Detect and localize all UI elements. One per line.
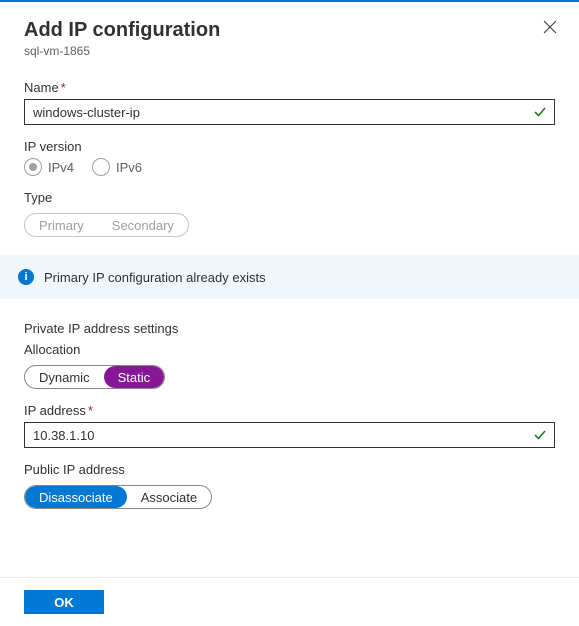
valid-check-icon xyxy=(533,105,547,119)
publicip-associate[interactable]: Associate xyxy=(127,486,211,508)
type-toggle: Primary Secondary xyxy=(24,213,189,237)
ipv4-radio: IPv4 xyxy=(24,158,74,176)
publicip-disassociate[interactable]: Disassociate xyxy=(25,486,127,508)
ipaddress-input[interactable] xyxy=(24,422,555,448)
private-ip-section: Private IP address settings xyxy=(24,321,555,336)
publicip-toggle[interactable]: Disassociate Associate xyxy=(24,485,212,509)
valid-check-icon xyxy=(533,428,547,442)
publicip-label: Public IP address xyxy=(24,462,555,477)
info-text: Primary IP configuration already exists xyxy=(44,270,266,285)
name-input[interactable] xyxy=(24,99,555,125)
panel-title: Add IP configuration xyxy=(24,16,555,44)
ipv4-radio-label: IPv4 xyxy=(48,160,74,175)
allocation-toggle[interactable]: Dynamic Static xyxy=(24,365,165,389)
type-label: Type xyxy=(24,190,555,205)
ok-button[interactable]: OK xyxy=(24,590,104,614)
type-primary: Primary xyxy=(25,214,98,236)
ipaddress-label: IP address* xyxy=(24,403,555,418)
allocation-label: Allocation xyxy=(24,342,555,357)
ipv6-radio: IPv6 xyxy=(92,158,142,176)
ipversion-label: IP version xyxy=(24,139,555,154)
name-label: Name* xyxy=(24,80,555,95)
close-icon xyxy=(543,20,557,34)
close-button[interactable] xyxy=(541,18,559,36)
info-banner: i Primary IP configuration already exist… xyxy=(0,255,579,299)
ipv6-radio-label: IPv6 xyxy=(116,160,142,175)
info-icon: i xyxy=(18,269,34,285)
radio-icon xyxy=(24,158,42,176)
allocation-static[interactable]: Static xyxy=(104,366,165,388)
panel-subtitle: sql-vm-1865 xyxy=(24,44,555,58)
type-secondary: Secondary xyxy=(98,214,188,236)
radio-icon xyxy=(92,158,110,176)
allocation-dynamic[interactable]: Dynamic xyxy=(25,366,104,388)
